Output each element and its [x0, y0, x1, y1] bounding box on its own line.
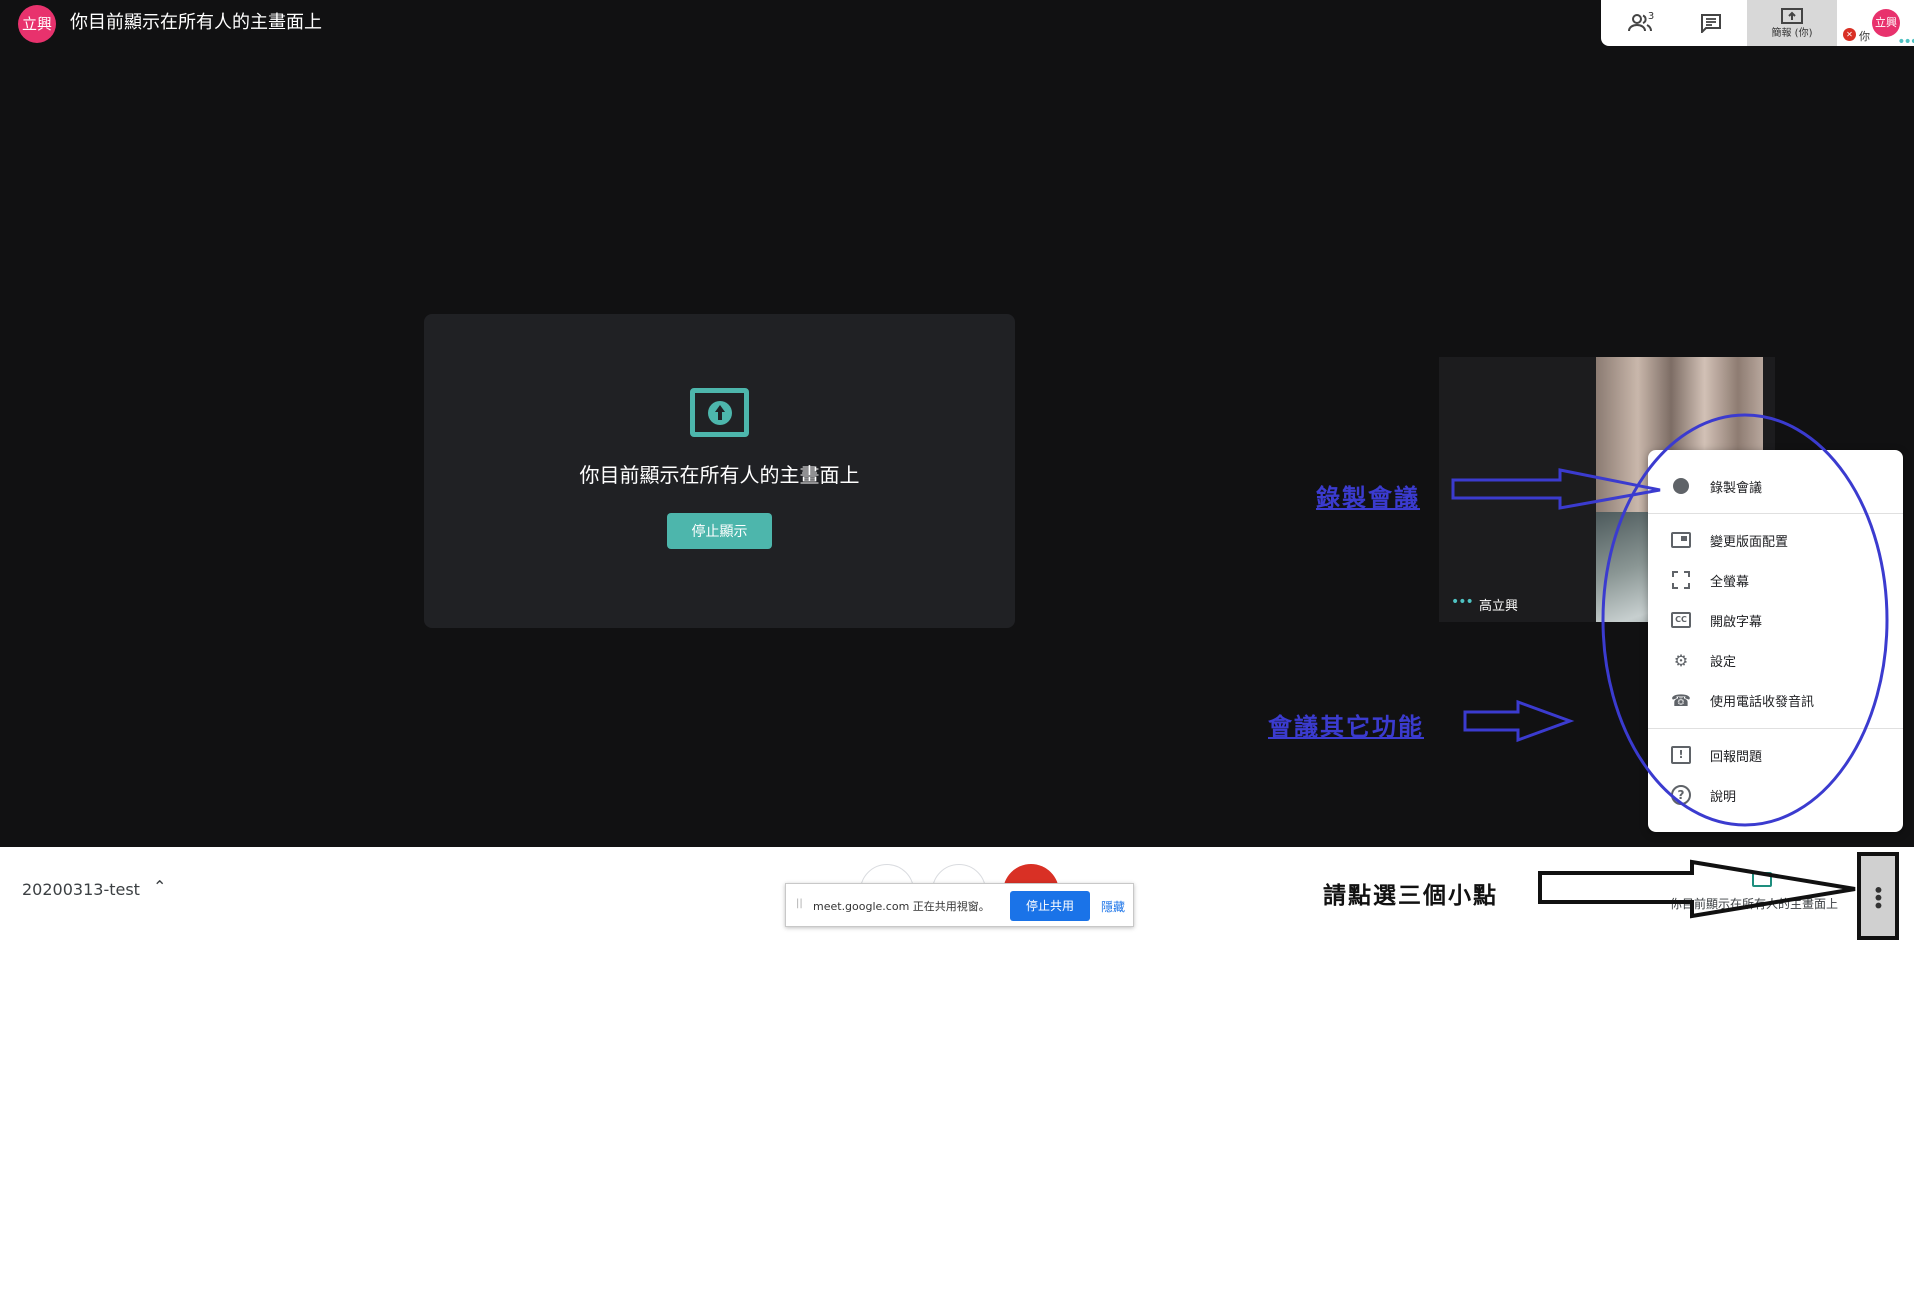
self-tile[interactable]: ✕ 你 立興 ••• — [1837, 0, 1914, 50]
annotation-click-dots-label: 請點選三個小點 — [1323, 882, 1498, 909]
meeting-details-toggle[interactable]: 20200313-test — [22, 880, 140, 899]
menu-item-layout[interactable]: 變更版面配置 — [1648, 520, 1903, 560]
menu-item-label: 說明 — [1710, 789, 1737, 805]
chat-icon — [1701, 14, 1721, 33]
presentation-label: 簡報 (你) — [1771, 27, 1813, 39]
record-icon — [1670, 475, 1692, 497]
menu-item-feedback[interactable]: ! 回報問題 — [1648, 735, 1903, 775]
more-vert-icon: ••• — [1866, 884, 1890, 908]
stop-sharing-button[interactable]: 停止共用 — [1010, 891, 1090, 921]
layout-icon — [1670, 529, 1692, 551]
menu-item-label: 錄製會議 — [1710, 480, 1763, 496]
menu-divider — [1648, 513, 1903, 514]
drag-handle-icon[interactable]: || — [796, 898, 803, 909]
menu-divider — [1648, 728, 1903, 729]
share-status-text: meet.google.com 正在共用視窗。 — [813, 900, 990, 913]
menu-item-label: 開啟字幕 — [1710, 614, 1763, 630]
menu-item-label: 變更版面配置 — [1710, 534, 1789, 550]
fullscreen-icon — [1670, 569, 1692, 591]
chevron-up-icon[interactable]: ⌃ — [153, 877, 166, 896]
top-toolbar: 3 簡報 (你) ✕ 你 立興 ••• — [1601, 0, 1914, 50]
feedback-icon: ! — [1670, 744, 1692, 766]
audio-indicator-icon: ••• — [1897, 34, 1914, 50]
settings-icon: ⚙ — [1673, 650, 1689, 670]
more-options-button[interactable]: ••• — [1857, 852, 1899, 940]
stop-presenting-button[interactable]: 停止顯示 — [667, 513, 772, 549]
menu-item-label: 回報問題 — [1710, 749, 1763, 765]
menu-item-captions[interactable]: CC 開啟字幕 — [1648, 600, 1903, 640]
menu-item-fullscreen[interactable]: 全螢幕 — [1648, 560, 1903, 600]
mic-off-icon: ✕ — [1843, 28, 1856, 41]
presenter-avatar: 立興 — [18, 5, 56, 43]
participant-name: 高立興 — [1479, 599, 1519, 614]
self-label: 你 — [1859, 30, 1870, 43]
present-to-all-icon — [690, 388, 749, 437]
presentation-tile-button[interactable]: 簡報 (你) — [1747, 0, 1837, 46]
participants-button[interactable]: 3 — [1611, 0, 1671, 46]
chat-button[interactable] — [1681, 0, 1741, 46]
hide-link[interactable]: 隱藏 — [1101, 898, 1125, 915]
menu-item-record[interactable]: 錄製會議 — [1648, 466, 1903, 506]
menu-item-help[interactable]: ? 說明 — [1648, 775, 1903, 815]
participant-count: 3 — [1647, 10, 1655, 22]
annotation-other-label: 會議其它功能 — [1268, 712, 1424, 741]
present-to-all-icon — [1752, 872, 1772, 887]
help-icon: ? — [1670, 784, 1692, 806]
captions-icon: CC — [1670, 609, 1692, 631]
presenting-status-text: 你目前顯示在所有人的主畫面上 — [1670, 897, 1839, 911]
presenting-title: 你目前顯示在所有人的主畫面上 — [70, 12, 322, 33]
menu-item-label: 使用電話收發音訊 — [1710, 694, 1815, 710]
menu-item-label: 全螢幕 — [1710, 574, 1750, 590]
present-to-all-icon — [1781, 7, 1803, 24]
presenting-card: 你目前顯示在所有人的主畫面上 停止顯示 — [424, 314, 1015, 628]
phone-audio-icon: ☎ — [1671, 690, 1691, 710]
annotation-record-label: 錄製會議 — [1316, 483, 1420, 512]
menu-item-settings[interactable]: ⚙ 設定 — [1648, 640, 1903, 680]
self-avatar: 立興 — [1872, 9, 1900, 37]
menu-item-phone-audio[interactable]: ☎ 使用電話收發音訊 — [1648, 680, 1903, 720]
menu-item-label: 設定 — [1710, 654, 1737, 670]
meeting-stage: 立興 你目前顯示在所有人的主畫面上 3 簡報 (你) ✕ 你 立興 •• 你目前… — [0, 0, 1914, 847]
screen-share-notification: || meet.google.com 正在共用視窗。 停止共用 隱藏 — [785, 883, 1134, 927]
presenting-message: 你目前顯示在所有人的主畫面上 — [579, 463, 860, 487]
more-options-menu: 錄製會議 變更版面配置 全螢幕 CC 開啟字幕 ⚙ 設定 ☎ 使用電話收發音訊 … — [1648, 450, 1903, 832]
audio-indicator-icon: ••• — [1451, 594, 1474, 610]
present-now-button[interactable]: 你目前顯示在所有人的主畫面上 — [1670, 868, 1870, 920]
